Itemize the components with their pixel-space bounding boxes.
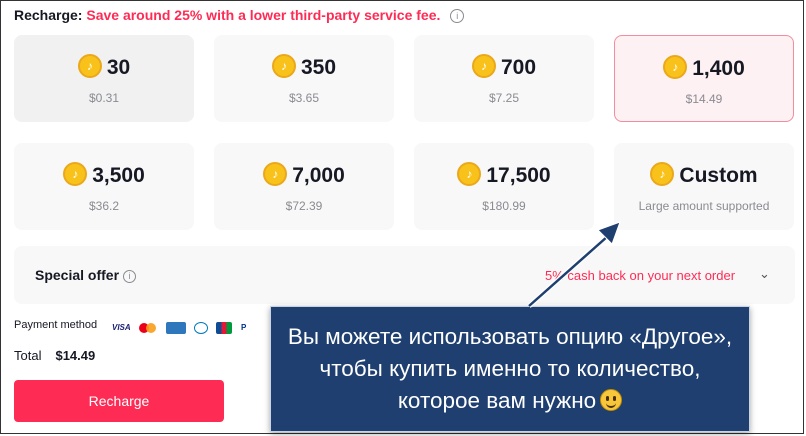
coin-icon xyxy=(650,162,675,186)
coin-amount: 700 xyxy=(500,56,537,79)
paypal-icon: P xyxy=(240,322,247,332)
coin-package-17500[interactable]: 17,500 $180.99 xyxy=(414,143,594,230)
special-offer-title: Special offer i xyxy=(35,267,137,283)
coin-amount: 17,500 xyxy=(486,164,551,187)
package-price: $180.99 xyxy=(482,199,526,213)
coin-amount: 350 xyxy=(300,56,337,79)
visa-icon: VISA xyxy=(112,322,131,332)
coin-icon xyxy=(263,162,288,186)
coin-icon xyxy=(63,162,88,186)
total-label: Total xyxy=(14,348,42,363)
coin-package-custom[interactable]: Custom Large amount supported xyxy=(614,143,794,230)
promo-text: Save around 25% with a lower third-party… xyxy=(86,7,441,23)
coin-icon xyxy=(471,54,496,78)
coin-package-1400-selected[interactable]: 1,400 $14.49 xyxy=(614,35,794,122)
info-icon[interactable]: i xyxy=(450,9,465,24)
cashback-text: 5% cash back on your next order xyxy=(545,268,736,283)
coin-amount: 3,500 xyxy=(92,164,145,187)
coin-icon xyxy=(77,54,102,78)
annotation-callout: Вы можете использовать опцию «Другое», ч… xyxy=(270,306,750,432)
smiley-emoji-icon xyxy=(600,389,623,411)
package-price: Large amount supported xyxy=(638,199,770,213)
info-icon[interactable]: i xyxy=(123,269,137,283)
coin-amount: 7,000 xyxy=(292,164,345,187)
coin-package-3500[interactable]: 3,500 $36.2 xyxy=(14,143,194,230)
package-price: $72.39 xyxy=(285,199,323,213)
coin-amount: Custom xyxy=(679,164,758,187)
coin-package-30[interactable]: 30 $0.31 xyxy=(14,35,194,122)
payment-method-label: Payment method xyxy=(14,319,98,331)
coin-icon xyxy=(663,55,688,79)
recharge-label: Recharge: xyxy=(14,7,83,23)
callout-text: Вы можете использовать опцию «Другое», ч… xyxy=(287,324,733,413)
package-price: $7.25 xyxy=(488,91,520,105)
total-amount: $14.49 xyxy=(55,348,96,363)
package-price: $36.2 xyxy=(88,199,120,213)
payment-icons: VISA P xyxy=(112,319,250,337)
special-offer-row[interactable]: Special offer i 5% cash back on your next… xyxy=(14,246,795,304)
recharge-header: Recharge: Save around 25% with a lower t… xyxy=(14,7,465,24)
package-price: $0.31 xyxy=(88,91,120,105)
coin-package-7000[interactable]: 7,000 $72.39 xyxy=(214,143,394,230)
package-price: $14.49 xyxy=(685,92,723,106)
coin-icon xyxy=(457,162,482,186)
total-row: Total $14.49 xyxy=(14,348,95,363)
diners-icon xyxy=(194,321,209,334)
amex-icon xyxy=(165,321,186,334)
coin-icon xyxy=(271,54,296,78)
jcb-icon xyxy=(216,321,233,334)
coin-amount: 1,400 xyxy=(692,57,745,80)
chevron-down-icon[interactable]: ⌄ xyxy=(759,266,770,282)
coin-amount: 30 xyxy=(106,56,131,79)
coin-package-350[interactable]: 350 $3.65 xyxy=(214,35,394,122)
package-price: $3.65 xyxy=(288,91,320,105)
coin-package-700[interactable]: 700 $7.25 xyxy=(414,35,594,122)
mastercard-icon xyxy=(139,322,157,334)
recharge-button[interactable]: Recharge xyxy=(14,380,224,422)
